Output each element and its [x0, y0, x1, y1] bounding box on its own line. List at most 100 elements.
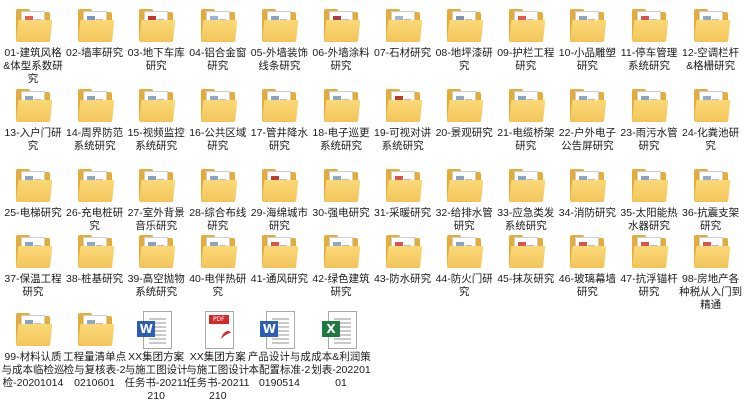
file-item-label: 20-景观研究	[435, 127, 493, 139]
file-item[interactable]: 38-桩基研究	[64, 232, 126, 286]
excel-doc-icon: X	[321, 310, 361, 350]
file-item[interactable]: 09-护栏工程研究	[495, 6, 557, 73]
folder-icon	[444, 232, 484, 272]
file-item[interactable]: 14-周界防范系统研究	[64, 86, 126, 153]
file-item-label: 32-给排水管研究	[435, 207, 493, 232]
folder-icon	[383, 232, 423, 272]
file-item[interactable]: 01-建筑风格&体型系数研究	[2, 6, 64, 86]
file-item-label: 03-地下车库研究	[127, 47, 185, 72]
file-item[interactable]: 36-抗震支架研究	[680, 166, 742, 233]
file-item-label: 27-室外背景音乐研究	[127, 207, 185, 232]
folder-icon	[75, 310, 115, 350]
file-item[interactable]: 40-电伴热研究	[187, 232, 249, 299]
file-item-label: 07-石材研究	[374, 47, 432, 59]
file-item[interactable]: 22-户外电子公告屏研究	[556, 86, 618, 153]
folder-icon	[13, 166, 53, 206]
file-item[interactable]: 45-抹灰研究	[495, 232, 557, 286]
file-item[interactable]: 29-海绵城市研究	[248, 166, 310, 233]
file-item[interactable]: 06-外墙涂料研究	[310, 6, 372, 73]
file-item[interactable]: 11-停车管理系统研究	[618, 6, 680, 73]
file-item[interactable]: W XX集团方案与施工图设计任务书-20211210	[124, 310, 188, 403]
file-item-label: 04-铝合金窗研究	[189, 47, 247, 72]
file-item-label: 42-绿色建筑研究	[312, 273, 370, 298]
file-grid: 01-建筑风格&体型系数研究 02-墙率研究 03-地下车库研究 04-铝合金窗研究 0…	[0, 0, 755, 409]
file-item[interactable]: 19-可视对讲系统研究	[372, 86, 434, 153]
file-item[interactable]: 25-电梯研究	[2, 166, 64, 220]
word-doc-icon: W	[259, 310, 299, 350]
file-item[interactable]: 99-材料认质与成本临检巡检-20201014	[1, 310, 65, 390]
file-item[interactable]: 43-防水研究	[372, 232, 434, 286]
folder-icon	[506, 166, 546, 206]
folder-icon	[691, 166, 731, 206]
file-item-label: 99-材料认质与成本临检巡检-20201014	[1, 351, 65, 389]
file-item-label: 36-抗震支架研究	[682, 207, 740, 232]
file-item-label: 35-太阳能热水器研究	[620, 207, 678, 232]
folder-icon	[691, 232, 731, 272]
file-item-label: 98-房地产各种税从入门到精通	[679, 273, 743, 311]
file-item-label: 33-应急类发系统研究	[497, 207, 555, 232]
file-item[interactable]: 08-地坪漆研究	[433, 6, 495, 73]
file-item[interactable]: 26-充电桩研究	[64, 166, 126, 233]
file-item[interactable]: 32-给排水管研究	[433, 166, 495, 233]
file-item-label: 31-采暖研究	[374, 207, 432, 219]
file-item[interactable]: 工程量清单点检与复核表-20210601	[63, 310, 126, 390]
file-item-label: 41-通风研究	[250, 273, 308, 285]
folder-icon	[444, 6, 484, 46]
file-item[interactable]: 02-墙率研究	[64, 6, 126, 60]
file-item-label: 09-护栏工程研究	[497, 47, 555, 72]
folder-icon	[321, 232, 361, 272]
file-item[interactable]: 24-化粪池研究	[680, 86, 742, 153]
file-item[interactable]: 20-景观研究	[433, 86, 495, 140]
file-item[interactable]: 13-入户门研究	[2, 86, 64, 153]
file-item[interactable]: 15-视频监控系统研究	[125, 86, 187, 153]
file-item[interactable]: 04-铝合金窗研究	[187, 6, 249, 73]
file-item-label: 19-可视对讲系统研究	[374, 127, 432, 152]
file-item[interactable]: 10-小品雕塑研究	[556, 6, 618, 73]
file-item[interactable]: 46-玻璃幕墙研究	[556, 232, 618, 299]
file-item[interactable]: 39-高空抛物系统研究	[125, 232, 187, 299]
file-item[interactable]: 27-室外背景音乐研究	[125, 166, 187, 233]
file-item[interactable]: W 产品设计与成本配置标准-20190514	[248, 310, 311, 390]
folder-icon	[198, 166, 238, 206]
folder-icon	[629, 166, 669, 206]
file-item[interactable]: 41-通风研究	[248, 232, 310, 286]
file-item[interactable]: 16-公共区域研究	[187, 86, 249, 153]
file-item-label: 15-视频监控系统研究	[127, 127, 185, 152]
folder-icon	[259, 86, 299, 126]
file-item[interactable]: 12-空调栏杆&格栅研究	[680, 6, 742, 73]
file-item[interactable]: 42-绿色建筑研究	[310, 232, 372, 299]
file-item[interactable]: 23-雨污水管研究	[618, 86, 680, 153]
file-item[interactable]: 07-石材研究	[372, 6, 434, 60]
file-item[interactable]: 33-应急类发系统研究	[495, 166, 557, 233]
folder-icon	[506, 6, 546, 46]
file-item[interactable]: 35-太阳能热水器研究	[618, 166, 680, 233]
file-item[interactable]: 47-抗浮锚杆研究	[618, 232, 680, 299]
file-item-label: 14-周界防范系统研究	[66, 127, 124, 152]
file-item-label: XX集团方案与施工图设计任务书-20211210	[124, 351, 188, 402]
folder-icon	[629, 6, 669, 46]
file-item[interactable]: 17-管井降水研究	[248, 86, 310, 153]
folder-icon	[629, 232, 669, 272]
file-item[interactable]: 30-强电研究	[310, 166, 372, 220]
file-item[interactable]: 05-外墙装饰线条研究	[248, 6, 310, 73]
folder-icon	[506, 86, 546, 126]
file-item[interactable]: PDF XX集团方案与施工图设计任务书-20211210	[186, 310, 250, 403]
folder-icon	[259, 6, 299, 46]
file-item[interactable]: 31-采暖研究	[372, 166, 434, 220]
folder-icon	[136, 166, 176, 206]
folder-icon	[691, 6, 731, 46]
file-item-label: 10-小品雕塑研究	[558, 47, 616, 72]
file-item[interactable]: 18-电子巡更系统研究	[310, 86, 372, 153]
file-item-label: 12-空调栏杆&格栅研究	[682, 47, 740, 72]
file-item-label: 23-雨污水管研究	[620, 127, 678, 152]
file-item[interactable]: 37-保温工程研究	[2, 232, 64, 299]
file-item-label: 11-停车管理系统研究	[620, 47, 678, 72]
file-item[interactable]: 21-电缆桥架研究	[495, 86, 557, 153]
file-item[interactable]: 44-防火门研究	[433, 232, 495, 299]
file-item[interactable]: 28-综合布线研究	[187, 166, 249, 233]
file-item[interactable]: 98-房地产各种税从入门到精通	[679, 232, 743, 312]
file-item[interactable]: 03-地下车库研究	[125, 6, 187, 73]
file-item[interactable]: X 成本&利润策划表-20220101	[310, 310, 372, 390]
file-item-label: 01-建筑风格&体型系数研究	[3, 47, 63, 85]
file-item[interactable]: 34-消防研究	[556, 166, 618, 220]
